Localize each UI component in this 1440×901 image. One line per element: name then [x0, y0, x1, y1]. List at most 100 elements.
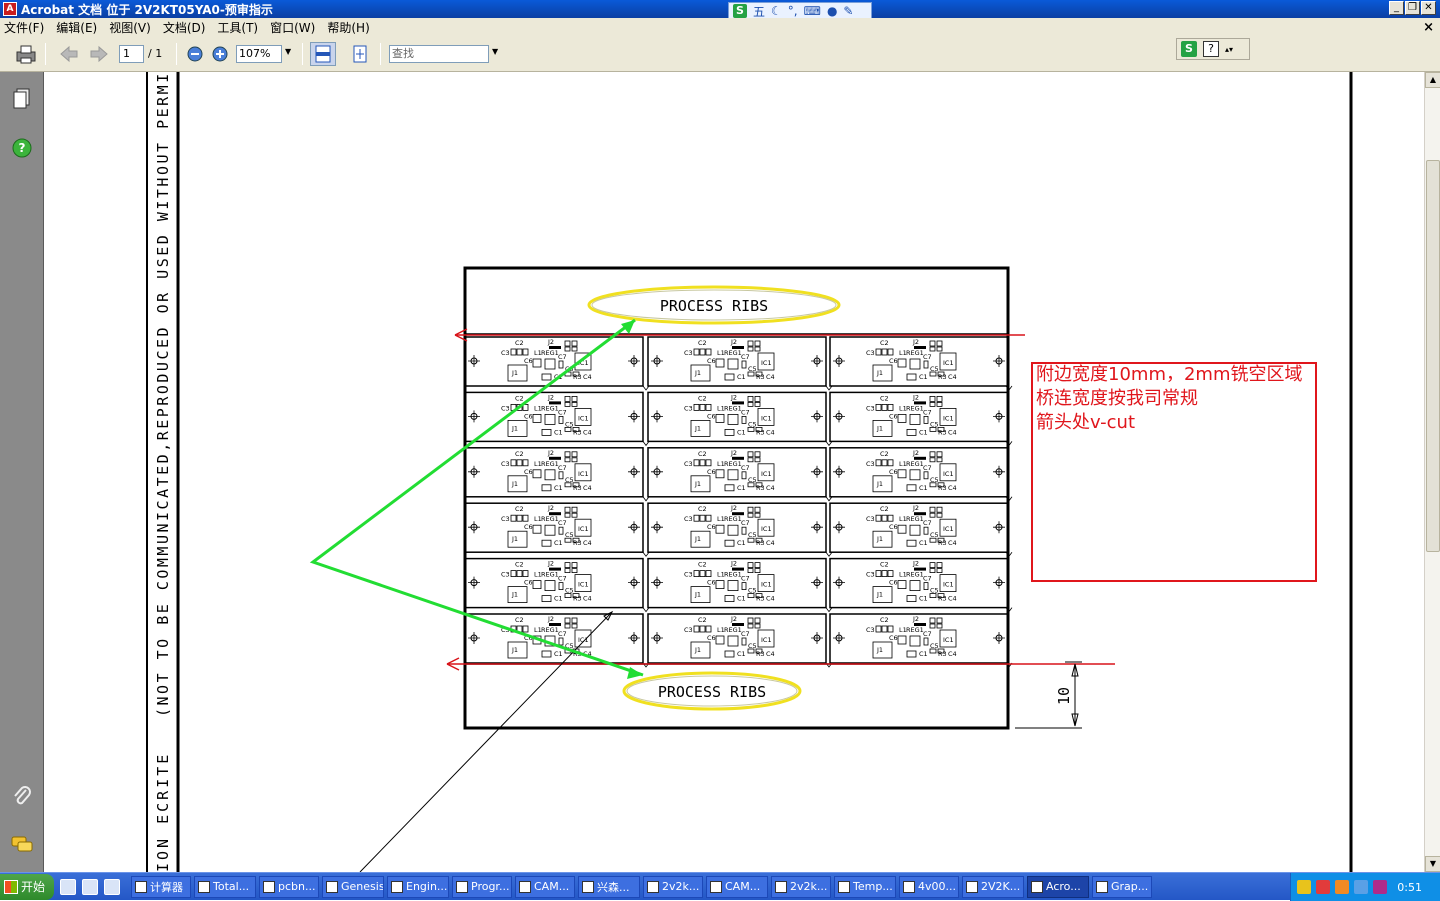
task-calculator[interactable]: 计算器 [131, 875, 191, 898]
help-question-icon[interactable]: ? [1203, 41, 1219, 57]
tools-tray-icon[interactable] [1316, 880, 1330, 894]
fit-page-button[interactable] [347, 42, 373, 66]
punctuation-icon[interactable]: °, [788, 4, 798, 18]
pencil-tray-icon[interactable] [1297, 880, 1311, 894]
zoom-level-input[interactable]: 107% [236, 45, 282, 63]
zoom-in-button[interactable] [207, 42, 233, 66]
label-reg1: REG1 [906, 460, 924, 468]
label-c3: C3 [684, 571, 693, 579]
label-j1: J1 [511, 424, 518, 432]
task-progr[interactable]: Progr... [452, 875, 512, 898]
document-view[interactable]: (NOT TO BE COMMUNICATED,REPRODUCED OR US… [45, 72, 1424, 872]
fiducial-cross [468, 355, 480, 367]
label-c1: C1 [737, 373, 746, 381]
close-button[interactable]: ✕ [1421, 1, 1436, 15]
quicklaunch-clock-icon[interactable] [60, 878, 76, 895]
fit-width-button[interactable] [310, 42, 336, 66]
task-xingsen[interactable]: 兴森... [578, 875, 640, 898]
x-window-icon [775, 880, 787, 893]
page-number-input[interactable]: 1 [119, 45, 144, 63]
pad [929, 340, 936, 347]
menu-view[interactable]: 视图(V) [109, 19, 151, 36]
task-cam-1[interactable]: CAM... [515, 875, 575, 898]
label-c6: C6 [889, 412, 898, 420]
task-graph[interactable]: Grap... [1092, 875, 1152, 898]
print-button[interactable] [13, 42, 39, 66]
pad [564, 401, 571, 407]
pad [747, 562, 754, 569]
moon-icon[interactable]: ☾ [771, 4, 782, 18]
label-r3: R3 [756, 484, 765, 492]
task-4v00[interactable]: 4v00... [899, 875, 959, 898]
star-icon [582, 880, 594, 893]
start-button[interactable]: 开始 [0, 873, 54, 900]
pad [936, 568, 943, 574]
label-ic1: IC1 [578, 581, 589, 589]
wrench-icon[interactable]: ✎ [843, 4, 853, 18]
minimize-button[interactable]: _ [1389, 1, 1404, 15]
sogou-s-icon[interactable]: S [1181, 41, 1197, 57]
task-acrobat[interactable]: Acro... [1027, 875, 1089, 898]
inductor [715, 635, 725, 645]
search-input[interactable]: 查找 [389, 45, 489, 63]
keyboard-icon[interactable]: ⌨ [804, 4, 821, 18]
pad [510, 570, 517, 578]
label-c4: C4 [583, 595, 592, 603]
restore-button[interactable]: ❐ [1405, 1, 1420, 15]
help-panel-button[interactable]: ? [10, 136, 34, 160]
task-2v2k-3[interactable]: 2V2K... [962, 875, 1024, 898]
task-2v2k-2[interactable]: 2v2k... [771, 875, 831, 898]
label-c4: C4 [948, 539, 957, 547]
quicklaunch-ie-icon[interactable] [104, 878, 120, 895]
quicklaunch-desktop-icon[interactable] [82, 878, 98, 895]
task-engin[interactable]: Engin... [387, 875, 449, 898]
pages-panel-button[interactable] [10, 86, 34, 110]
pad [724, 373, 735, 381]
task-total[interactable]: Total... [194, 875, 256, 898]
label-j2: J2 [547, 338, 554, 346]
previous-page-button[interactable] [56, 42, 82, 66]
user-icon[interactable]: ● [827, 4, 837, 18]
pad [724, 428, 735, 436]
menu-tools[interactable]: 工具(T) [217, 19, 258, 36]
pad [936, 451, 943, 458]
menu-file[interactable]: 文件(F) [4, 19, 44, 36]
comments-panel-button[interactable] [10, 832, 34, 856]
menu-window[interactable]: 窗口(W) [270, 19, 315, 36]
document-close-icon[interactable]: × [1423, 20, 1434, 35]
sogou-ime-icon[interactable]: S [733, 4, 747, 18]
label-j2: J2 [547, 615, 554, 623]
task-2v2k-1[interactable]: 2v2k... [643, 875, 703, 898]
pad [881, 514, 888, 522]
scroll-down-icon[interactable]: ▼ [1425, 856, 1440, 872]
x-tray-icon[interactable] [1373, 880, 1387, 894]
zoom-out-button[interactable] [182, 42, 208, 66]
menu-help[interactable]: 帮助(H) [327, 19, 369, 36]
vertical-scrollbar[interactable]: ▲ ▼ [1424, 72, 1440, 872]
pad [522, 348, 529, 356]
ime-mode[interactable]: 五 [753, 3, 765, 20]
task-genesis[interactable]: Genesis [322, 875, 384, 898]
label-c4: C4 [766, 595, 775, 603]
task-temp[interactable]: Temp... [834, 875, 896, 898]
scroll-up-icon[interactable]: ▲ [1425, 72, 1440, 88]
zoom-dropdown-icon[interactable]: ▼ [285, 47, 291, 56]
task-cam-2[interactable]: CAM... [706, 875, 768, 898]
toolbar-options-icon[interactable]: ▴▾ [1225, 45, 1233, 54]
silk-bar [914, 456, 926, 460]
fiducial-cross [468, 521, 480, 534]
network-tray-icon[interactable] [1354, 880, 1368, 894]
sync-tray-icon[interactable] [1335, 880, 1349, 894]
pcb-board: C2C3C6L1 REG1 C7J2J1IC1C5C1 R3 C4 [829, 502, 1009, 553]
search-dropdown-icon[interactable]: ▼ [492, 47, 498, 56]
next-page-button[interactable] [86, 42, 112, 66]
label-c3: C3 [684, 460, 693, 468]
scroll-thumb[interactable] [1426, 160, 1440, 552]
annotation-line-3: 箭头处v-cut [1036, 412, 1135, 433]
attachments-panel-button[interactable] [10, 784, 34, 808]
task-pcbn[interactable]: pcbn... [259, 875, 319, 898]
pad [936, 457, 943, 463]
vscore-tick [825, 441, 833, 447]
menu-document[interactable]: 文档(D) [163, 19, 206, 36]
menu-edit[interactable]: 编辑(E) [56, 19, 97, 36]
